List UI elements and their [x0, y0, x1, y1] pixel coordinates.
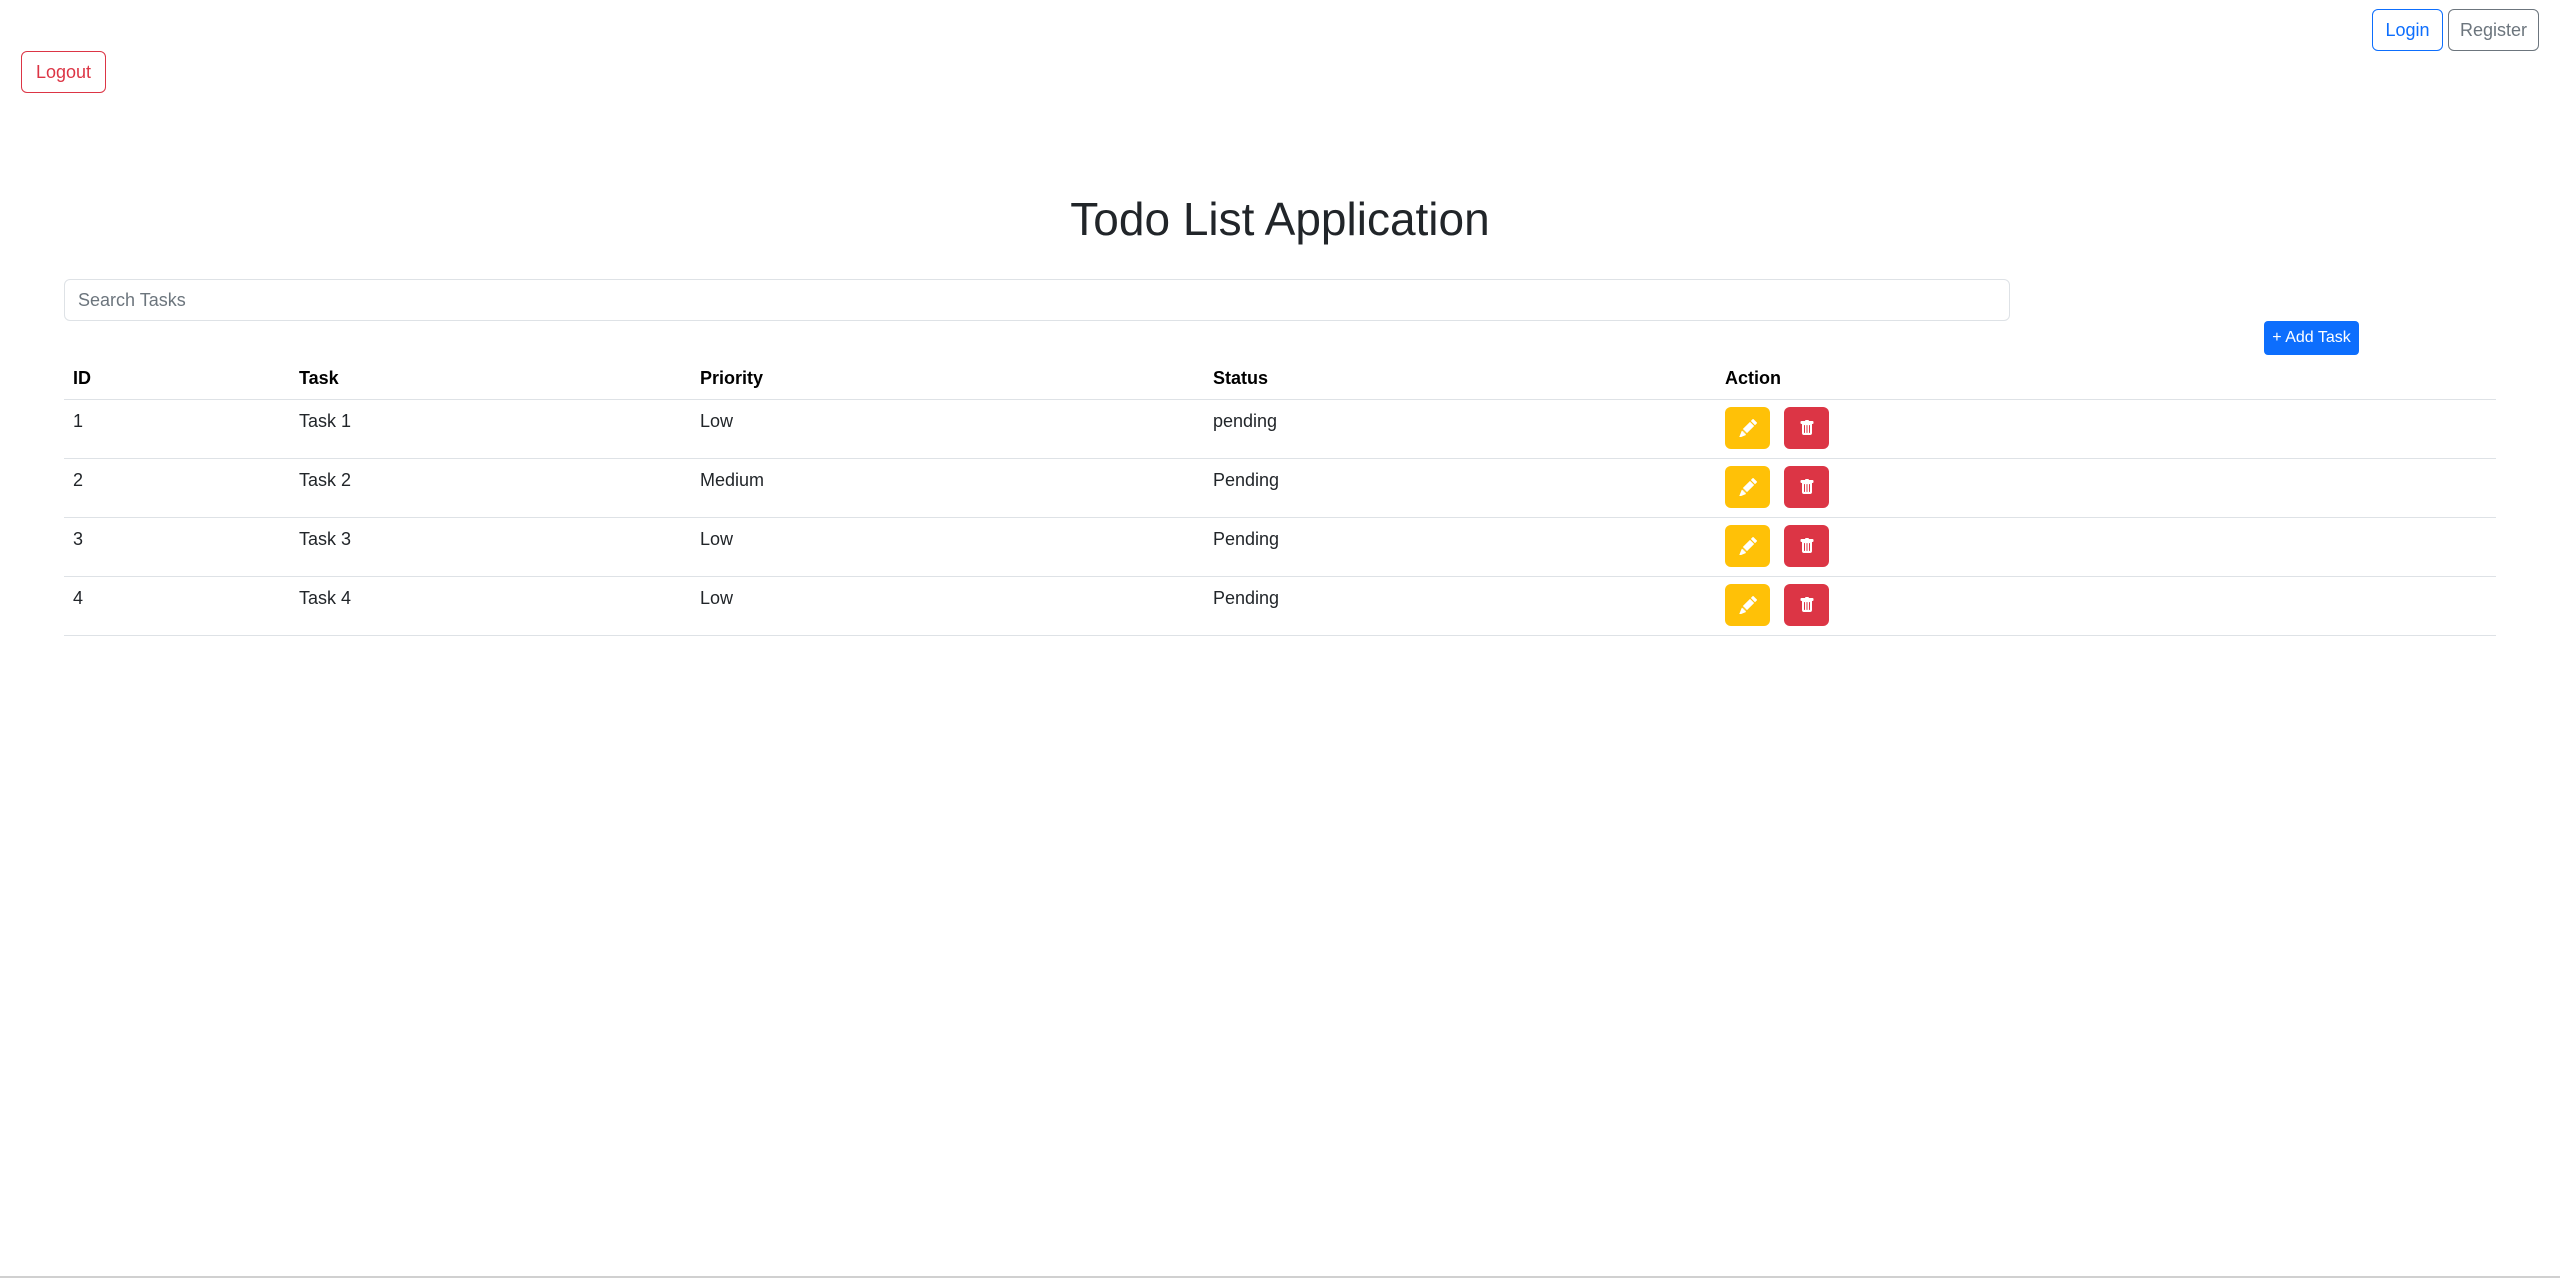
login-button[interactable]: Login — [2372, 9, 2443, 51]
table-header-row: ID Task Priority Status Action — [64, 357, 2496, 400]
add-task-button[interactable]: + Add Task — [2264, 321, 2359, 355]
trash-icon — [1800, 479, 1813, 494]
cell-id: 3 — [64, 517, 290, 577]
table-row: 2 Task 2 Medium Pending — [64, 458, 2496, 518]
trash-icon — [1800, 420, 1813, 435]
edit-button[interactable] — [1725, 525, 1770, 567]
auth-bar: Login Register — [2372, 9, 2539, 51]
delete-button[interactable] — [1784, 584, 1829, 626]
tasks-table: ID Task Priority Status Action 1 Task 1 … — [64, 357, 2496, 636]
table-body: 1 Task 1 Low pending 2 Task 2 Medium Pen… — [64, 399, 2496, 636]
table-header: ID Task Priority Status Action — [64, 357, 2496, 400]
table-row: 3 Task 3 Low Pending — [64, 517, 2496, 577]
page-title: Todo List Application — [1070, 193, 1490, 245]
column-header-status: Status — [1204, 357, 1716, 400]
trash-icon — [1800, 538, 1813, 553]
cell-task: Task 1 — [290, 399, 691, 459]
register-button[interactable]: Register — [2448, 9, 2539, 51]
logout-button[interactable]: Logout — [21, 51, 106, 93]
edit-button[interactable] — [1725, 466, 1770, 508]
cell-priority: Low — [691, 399, 1204, 459]
cell-task: Task 2 — [290, 458, 691, 518]
cell-action — [1716, 576, 2496, 636]
column-header-priority: Priority — [691, 357, 1204, 400]
cell-task: Task 3 — [290, 517, 691, 577]
pencil-icon — [1738, 537, 1757, 555]
search-input[interactable] — [64, 279, 2010, 321]
cell-id: 1 — [64, 399, 290, 459]
cell-action — [1716, 399, 2496, 459]
cell-priority: Low — [691, 517, 1204, 577]
cell-priority: Low — [691, 576, 1204, 636]
delete-button[interactable] — [1784, 466, 1829, 508]
trash-icon — [1800, 597, 1813, 612]
delete-button[interactable] — [1784, 407, 1829, 449]
table-row: 4 Task 4 Low Pending — [64, 576, 2496, 636]
cell-id: 4 — [64, 576, 290, 636]
cell-priority: Medium — [691, 458, 1204, 518]
edit-button[interactable] — [1725, 407, 1770, 449]
column-header-task: Task — [290, 357, 691, 400]
cell-action — [1716, 458, 2496, 518]
edit-button[interactable] — [1725, 584, 1770, 626]
pencil-icon — [1738, 596, 1757, 614]
table-row: 1 Task 1 Low pending — [64, 399, 2496, 459]
cell-status: pending — [1204, 399, 1716, 459]
cell-status: Pending — [1204, 517, 1716, 577]
cell-action — [1716, 517, 2496, 577]
column-header-id: ID — [64, 357, 290, 400]
cell-status: Pending — [1204, 458, 1716, 518]
pencil-icon — [1738, 478, 1757, 496]
pencil-icon — [1738, 419, 1757, 437]
cell-id: 2 — [64, 458, 290, 518]
delete-button[interactable] — [1784, 525, 1829, 567]
column-header-action: Action — [1716, 357, 2496, 400]
cell-status: Pending — [1204, 576, 1716, 636]
cell-task: Task 4 — [290, 576, 691, 636]
page: Login Register Logout Todo List Applicat… — [0, 0, 2560, 1278]
